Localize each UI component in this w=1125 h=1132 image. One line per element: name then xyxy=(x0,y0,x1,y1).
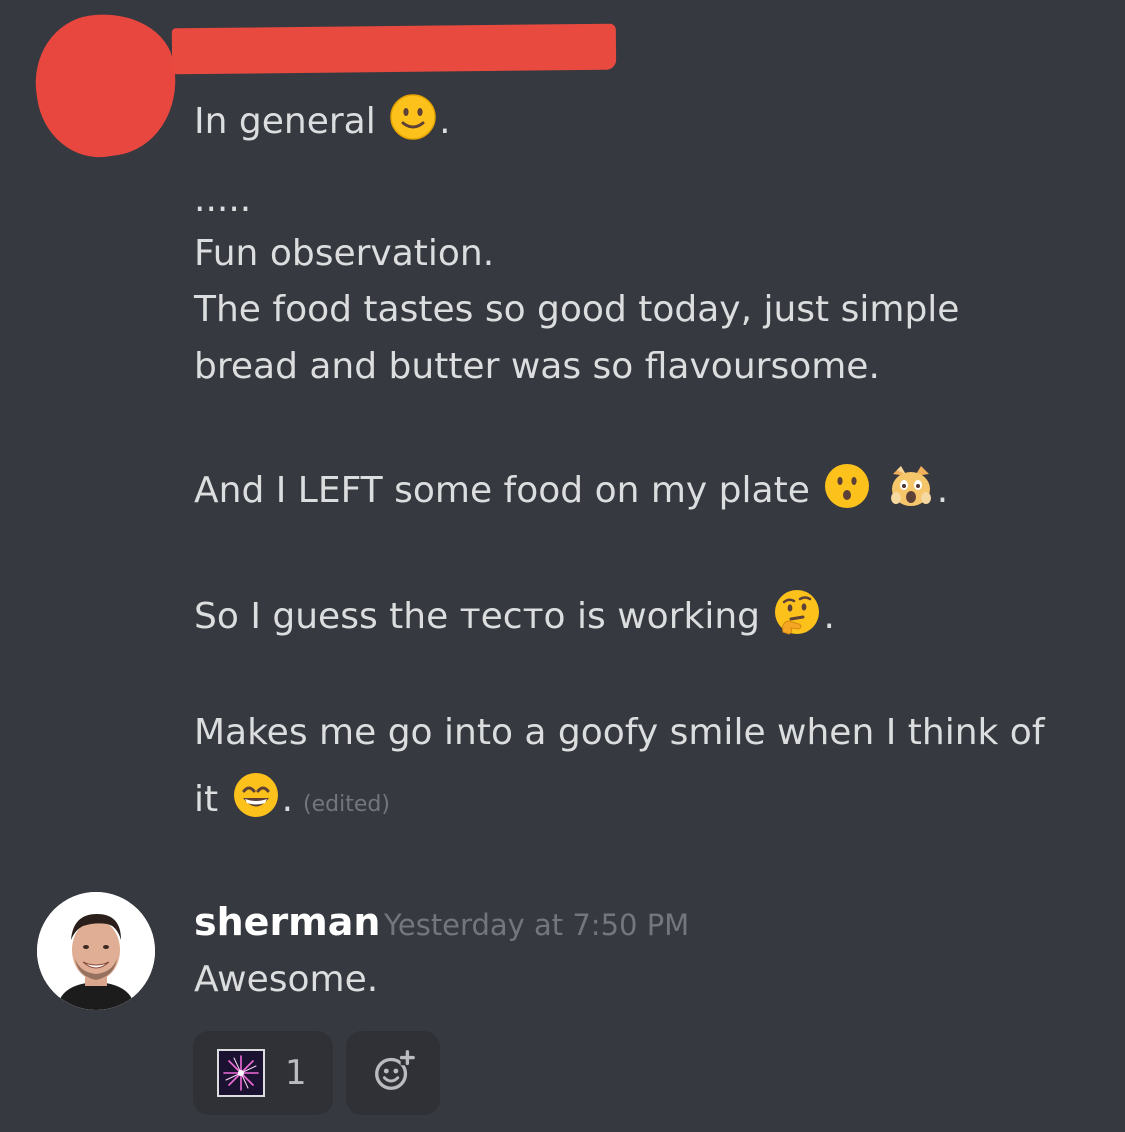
reaction-count: 1 xyxy=(285,1053,307,1093)
reply-text: Awesome. xyxy=(194,959,379,1000)
weary-cat-face-icon xyxy=(887,462,935,510)
message-line: Makes me go into a goofy smile when I th… xyxy=(194,712,1045,753)
message-line: The food tastes so good today, just simp… xyxy=(194,289,960,330)
redacted-avatar xyxy=(26,4,186,166)
hushed-face-icon xyxy=(823,462,871,510)
message-line: bread and butter was so flavoursome. xyxy=(194,346,880,387)
message-line: Fun observation. xyxy=(194,233,495,274)
message-line: it . (edited) xyxy=(194,771,390,833)
message-line: ..... xyxy=(194,179,252,220)
thinking-face-icon xyxy=(773,588,821,636)
slightly-smiling-face-icon xyxy=(389,93,437,141)
message-line: In general . xyxy=(194,93,451,150)
edited-label: (edited) xyxy=(303,792,390,817)
fireworks-icon xyxy=(217,1049,265,1097)
grinning-face-with-smiling-eyes-icon xyxy=(232,771,280,819)
add-reaction-icon xyxy=(370,1048,416,1098)
username[interactable]: sherman xyxy=(194,896,380,948)
avatar[interactable] xyxy=(37,892,155,1010)
redacted-username xyxy=(171,23,617,75)
add-reaction-button[interactable] xyxy=(346,1031,440,1115)
timestamp: Yesterday at 7:50 PM xyxy=(384,908,690,942)
message-line: And I LEFT some food on my plate . xyxy=(194,462,948,519)
reaction-button[interactable]: 1 xyxy=(193,1031,333,1115)
message-line: So I guess the тесто is working . xyxy=(194,588,835,645)
